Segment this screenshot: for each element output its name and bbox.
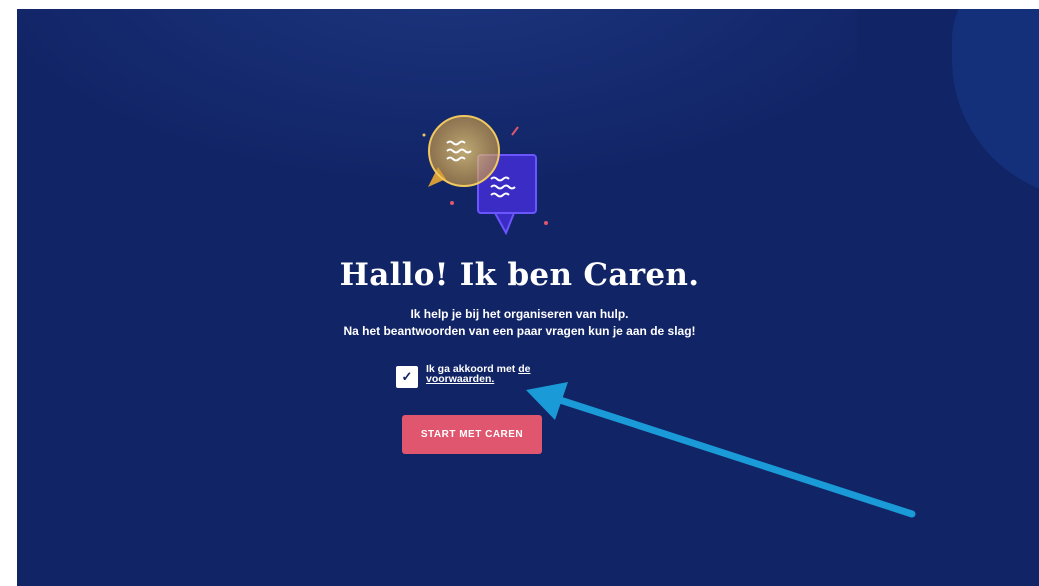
terms-agreement: ✓ Ik ga akkoord met de voorwaarden. xyxy=(396,364,546,388)
subtitle-line-1: Ik help je bij het organiseren van hulp. xyxy=(410,307,629,321)
subtitle-line-2: Na het beantwoorden van een paar vragen … xyxy=(343,324,696,338)
page-title: Hallo! Ik ben Caren. xyxy=(339,257,700,293)
decorative-corner-shape xyxy=(952,9,1039,199)
chat-bubbles-icon xyxy=(422,115,548,235)
terms-checkbox[interactable]: ✓ xyxy=(396,366,418,388)
terms-label: Ik ga akkoord met de voorwaarden. xyxy=(426,364,546,385)
welcome-panel xyxy=(17,9,1039,586)
start-button[interactable]: START MET CAREN xyxy=(402,415,542,454)
